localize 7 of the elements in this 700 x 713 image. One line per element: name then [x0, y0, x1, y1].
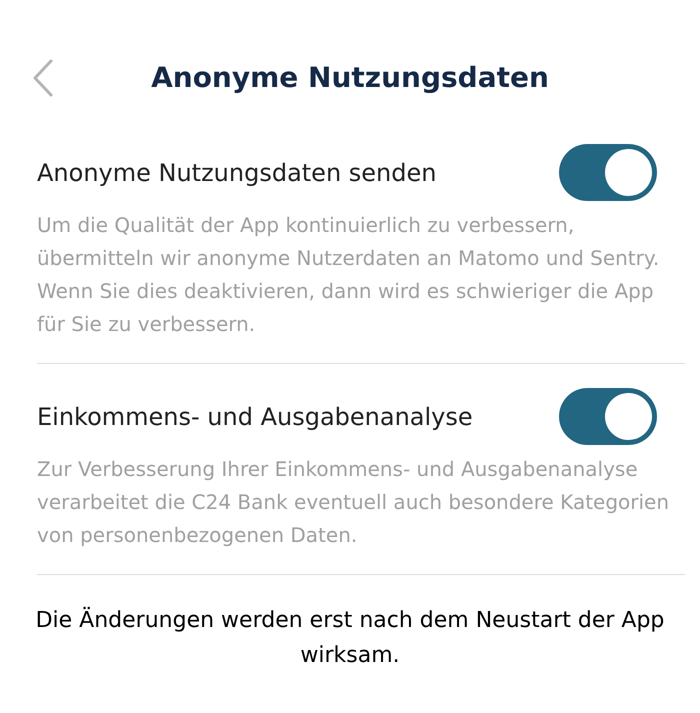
footer-note: Die Änderungen werden erst nach dem Neustart der App wirksam. [34, 606, 666, 670]
setting-label: Anonyme Nutzungsdaten senden [37, 158, 436, 188]
page-title: Anonyme Nutzungsdaten [151, 60, 549, 96]
setting-label: Einkommens- und Ausgabenanalyse [37, 402, 473, 432]
setting-description: Zur Verbesserung Ihrer Einkommens- und Ausgabenanalyse verarbeitet die C24 Bank eventuell auch besondere Kategorien von personenbezogenen Daten. [37, 456, 670, 549]
back-chevron-icon [32, 59, 54, 97]
setting-description: Um die Qualität der App kontinuierlich zu verbessern, übermitteln wir anonyme Nutzerdaten an Matomo und Sentry. Wenn Sie dies deaktivieren, dann wird es schwieriger die App für Sie zu verbessern. [37, 212, 660, 338]
